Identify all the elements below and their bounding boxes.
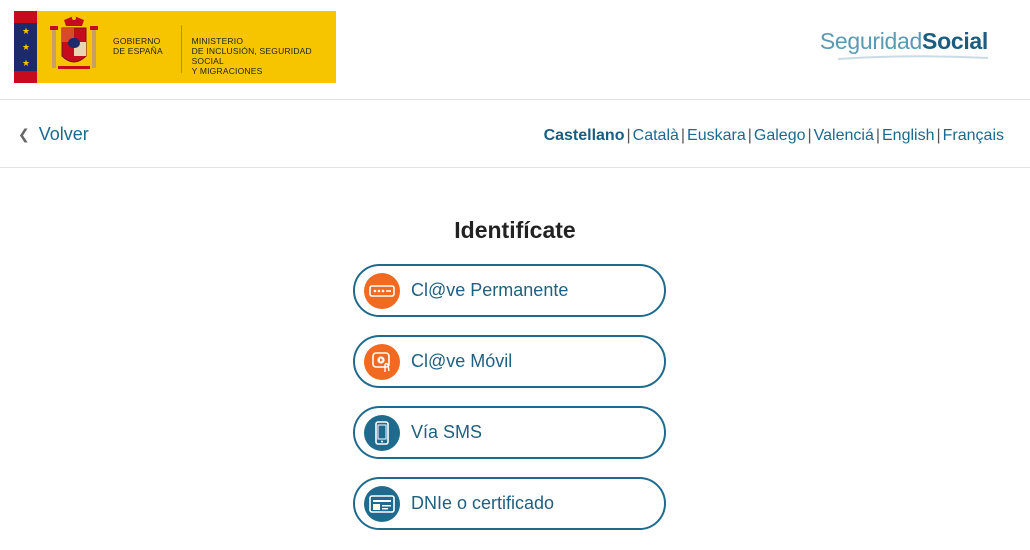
lang-separator: | [875,127,880,144]
logo-divider [180,25,182,73]
lang-separator: | [936,127,941,144]
eu-flag-strip: ★ ★ ★ [14,11,38,83]
lang-english[interactable]: English [882,127,934,145]
seguridad-social-logo[interactable]: SeguridadSocial [820,28,988,55]
clave-permanente-button[interactable]: Cl@ve Permanente [353,264,666,317]
option-label: DNIe o certificado [411,493,555,513]
chevron-left-icon: ❮ [18,126,30,142]
lang-francais[interactable]: Français [943,127,1004,145]
lang-separator: | [747,127,752,144]
back-label: Volver [38,124,89,144]
logo-swoosh-icon [838,55,988,60]
lang-euskara[interactable]: Euskara [687,127,746,145]
option-label: Cl@ve Permanente [411,280,569,300]
back-link[interactable]: ❮ Volver [18,124,89,145]
gobierno-text: GOBIERNO DE ESPAÑA [113,36,163,56]
auth-options: Cl@ve Permanente Cl@ve Móvil Vía SMS DNI… [353,264,666,548]
clave-movil-button[interactable]: Cl@ve Móvil [353,335,666,388]
ministerio-text: MINISTERIO DE INCLUSIÓN, SEGURIDAD SOCIA… [191,36,312,76]
lang-separator: | [626,127,631,144]
lang-galego[interactable]: Galego [754,127,806,145]
lang-valencia[interactable]: Valenciá [814,127,874,145]
nav-bar: ❮ Volver Castellano | Català | Euskara | Ga… [0,100,1030,168]
lang-castellano[interactable]: Castellano [544,127,625,145]
option-label: Vía SMS [411,422,483,442]
site-header: ★ ★ ★ GOBIERNO DE ESPAÑA MINISTERIO DE I… [0,0,1030,100]
coat-of-arms-icon [47,11,101,83]
option-label: Cl@ve Móvil [411,351,513,371]
dnie-certificado-button[interactable]: DNIe o certificado [353,477,666,530]
id-card-icon [364,485,400,522]
password-field-icon [364,272,400,309]
via-sms-button[interactable]: Vía SMS [353,406,666,459]
language-selector: Castellano | Català | Euskara | Galego | Val… [544,127,1004,145]
mobile-tap-icon [364,343,400,380]
page-title: Identifícate [454,217,576,243]
lang-separator: | [807,127,812,144]
lang-separator: | [680,127,686,144]
smartphone-icon [364,414,400,451]
lang-catala[interactable]: Català [633,127,679,145]
eu-stars-icon: ★ ★ ★ [21,25,31,68]
gobierno-espana-logo[interactable]: ★ ★ ★ GOBIERNO DE ESPAÑA MINISTERIO DE I… [14,11,336,83]
